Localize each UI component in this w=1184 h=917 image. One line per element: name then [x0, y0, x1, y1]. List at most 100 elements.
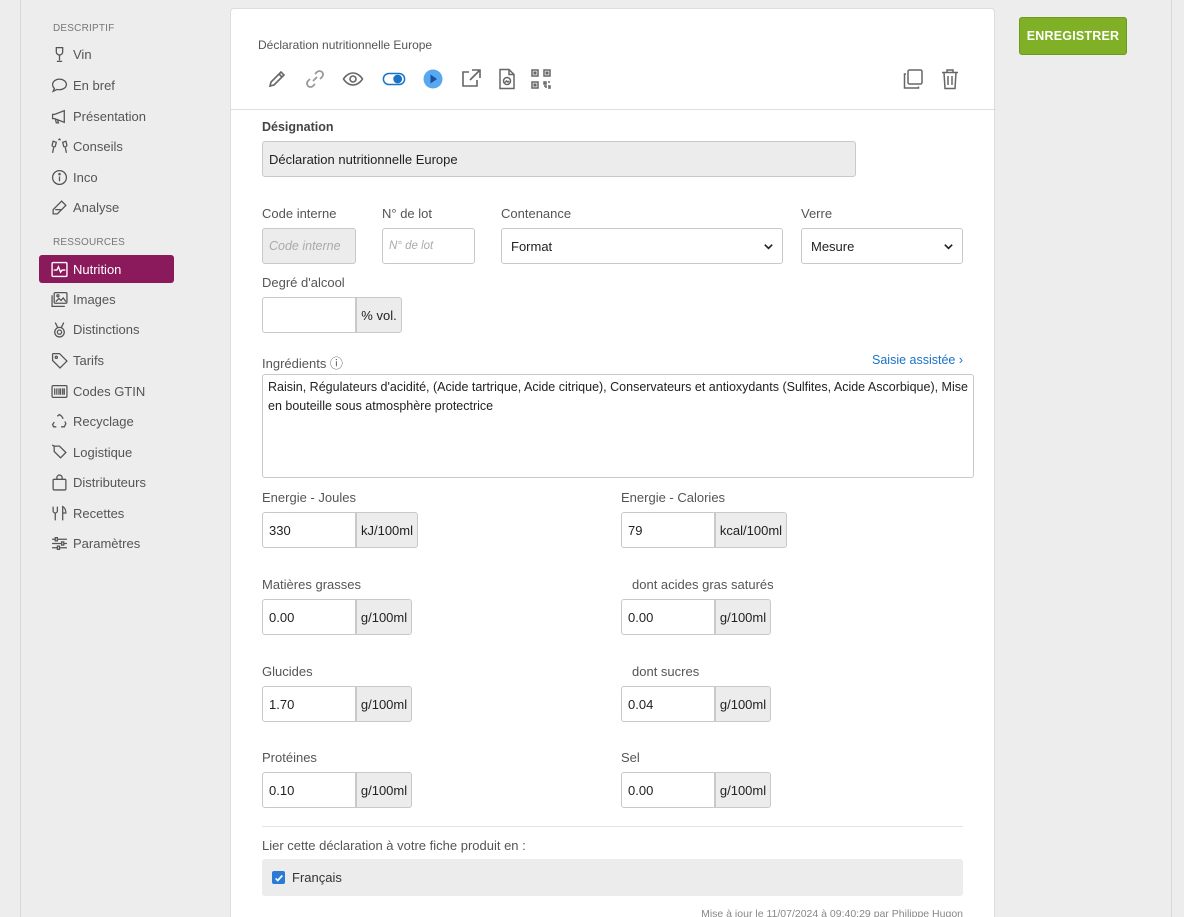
- alcool-unit: % vol.: [356, 297, 402, 333]
- heartbeat-icon: [49, 261, 69, 277]
- matieres-grasses-unit: g/100ml: [356, 599, 412, 635]
- energie-calories-unit: kcal/100ml: [715, 512, 787, 548]
- eye-icon[interactable]: [341, 67, 365, 91]
- sidebar-item-parametres[interactable]: Paramètres: [39, 529, 174, 557]
- toggle-on-icon[interactable]: [382, 67, 406, 91]
- sucres-input[interactable]: 0.04: [621, 686, 715, 722]
- code-interne-input[interactable]: Code interne: [262, 228, 356, 264]
- verre-selected-value: Mesure: [811, 238, 855, 254]
- alcool-label: Degré d'alcool: [262, 275, 345, 290]
- sidebar-item-distinctions[interactable]: Distinctions: [39, 315, 174, 343]
- link-declaration-label: Lier cette déclaration à votre fiche pro…: [262, 838, 526, 853]
- sel-label: Sel: [621, 750, 640, 765]
- document-image-icon[interactable]: [495, 67, 519, 91]
- sidebar-item-recettes[interactable]: Recettes: [39, 499, 174, 527]
- sucres-unit: g/100ml: [715, 686, 771, 722]
- proteines-input[interactable]: 0.10: [262, 772, 356, 808]
- edit-pencil-icon[interactable]: [265, 67, 289, 91]
- wine-glass-icon: [49, 46, 69, 62]
- label-tag-icon: [49, 443, 69, 460]
- info-circle-icon: [49, 169, 69, 185]
- energie-joules-input[interactable]: 330: [262, 512, 356, 548]
- contenance-select[interactable]: Format: [501, 228, 783, 264]
- sidebar-item-logistique[interactable]: Logistique: [39, 438, 174, 466]
- ingredients-label: Ingrédients ⓘ: [262, 356, 343, 371]
- page-title: Déclaration nutritionnelle Europe: [258, 38, 433, 52]
- last-update-note: Mise à jour le 11/07/2024 à 09:40:29 par…: [701, 908, 963, 917]
- sidebar-item-label: Inco: [73, 169, 98, 185]
- sidebar-item-presentation[interactable]: Présentation: [39, 102, 174, 130]
- sidebar-item-recyclage[interactable]: Recyclage: [39, 407, 174, 435]
- sidebar-item-label: Codes GTIN: [73, 383, 146, 399]
- alcool-input[interactable]: [262, 297, 356, 333]
- proteines-unit: g/100ml: [356, 772, 412, 808]
- verre-select[interactable]: Mesure: [801, 228, 963, 264]
- language-option-francais[interactable]: Français: [262, 859, 963, 896]
- play-icon[interactable]: [421, 67, 445, 91]
- ingredients-textarea[interactable]: Raisin, Régulateurs d'acidité, (Acide ta…: [262, 374, 974, 478]
- sidebar-item-conseils[interactable]: Conseils: [39, 132, 174, 160]
- energie-calories-input[interactable]: 79: [621, 512, 715, 548]
- sidebar-item-images[interactable]: Images: [39, 285, 174, 313]
- designation-input[interactable]: Déclaration nutritionnelle Europe: [262, 141, 856, 177]
- speech-bubble-icon: [49, 77, 69, 93]
- sel-unit: g/100ml: [715, 772, 771, 808]
- divider: [262, 826, 963, 827]
- saisie-assistee-link[interactable]: Saisie assistée ›: [872, 353, 963, 367]
- sidebar-item-distributeurs[interactable]: Distributeurs: [39, 468, 174, 496]
- sidebar-item-label: En bref: [73, 77, 115, 93]
- energie-joules-label: Energie - Joules: [262, 490, 356, 505]
- sel-input[interactable]: 0.00: [621, 772, 715, 808]
- energie-joules-unit: kJ/100ml: [356, 512, 418, 548]
- proteines-label: Protéines: [262, 750, 317, 765]
- sidebar-item-codes-gtin[interactable]: Codes GTIN: [39, 377, 174, 405]
- chevron-down-icon: [944, 244, 953, 250]
- sidebar-item-label: Analyse: [73, 199, 120, 215]
- toast-glasses-icon: [49, 137, 69, 154]
- sidebar-item-label: Nutrition: [73, 261, 122, 277]
- acides-gras-satures-unit: g/100ml: [715, 599, 771, 635]
- card-header: Déclaration nutritionnelle Europe: [231, 9, 996, 110]
- sidebar-item-label: Logistique: [73, 444, 133, 460]
- sidebar-item-inco[interactable]: Inco: [39, 163, 174, 191]
- images-icon: [49, 291, 69, 307]
- external-link-icon[interactable]: [459, 67, 483, 91]
- fork-knife-icon: [49, 505, 69, 521]
- megaphone-icon: [49, 108, 69, 124]
- duplicate-icon[interactable]: [901, 67, 925, 91]
- sidebar-item-label: Distributeurs: [73, 474, 146, 490]
- energie-calories-label: Energie - Calories: [621, 490, 726, 505]
- sidebar-item-vin[interactable]: Vin: [39, 40, 174, 68]
- sidebar-item-tarifs[interactable]: Tarifs: [39, 346, 174, 374]
- sidebar-item-label: Conseils: [73, 138, 123, 154]
- verre-label: Verre: [801, 206, 833, 221]
- lot-label: N° de lot: [382, 206, 433, 221]
- chevron-down-icon: [764, 244, 773, 250]
- code-interne-label: Code interne: [262, 206, 337, 221]
- link-icon[interactable]: [303, 67, 327, 91]
- price-tag-icon: [49, 352, 69, 369]
- glucides-input[interactable]: 1.70: [262, 686, 356, 722]
- pipette-icon: [49, 199, 69, 215]
- lot-input[interactable]: N° de lot: [382, 228, 475, 264]
- matieres-grasses-input[interactable]: 0.00: [262, 599, 356, 635]
- designation-label: Désignation: [262, 120, 334, 134]
- shopping-bag-icon: [49, 473, 69, 491]
- contenance-selected-value: Format: [511, 238, 553, 254]
- sidebar-item-label: Distinctions: [73, 321, 140, 337]
- barcode-icon: [49, 383, 69, 399]
- save-button[interactable]: ENREGISTRER: [1019, 17, 1127, 55]
- checkbox-francais[interactable]: [272, 871, 285, 884]
- sidebar-item-label: Présentation: [73, 108, 146, 124]
- sucres-label: dont sucres: [632, 664, 700, 679]
- acides-gras-satures-input[interactable]: 0.00: [621, 599, 715, 635]
- qr-code-icon[interactable]: [529, 67, 553, 91]
- trash-icon[interactable]: [938, 67, 962, 91]
- sidebar-item-nutrition[interactable]: Nutrition: [39, 255, 174, 283]
- sidebar-item-en-bref[interactable]: En bref: [39, 71, 174, 99]
- acides-gras-satures-label: dont acides gras saturés: [632, 577, 774, 592]
- sidebar-item-label: Tarifs: [73, 352, 105, 368]
- sidebar-item-label: Recyclage: [73, 413, 134, 429]
- sidebar-item-analyse[interactable]: Analyse: [39, 193, 174, 221]
- check-icon: [274, 874, 283, 882]
